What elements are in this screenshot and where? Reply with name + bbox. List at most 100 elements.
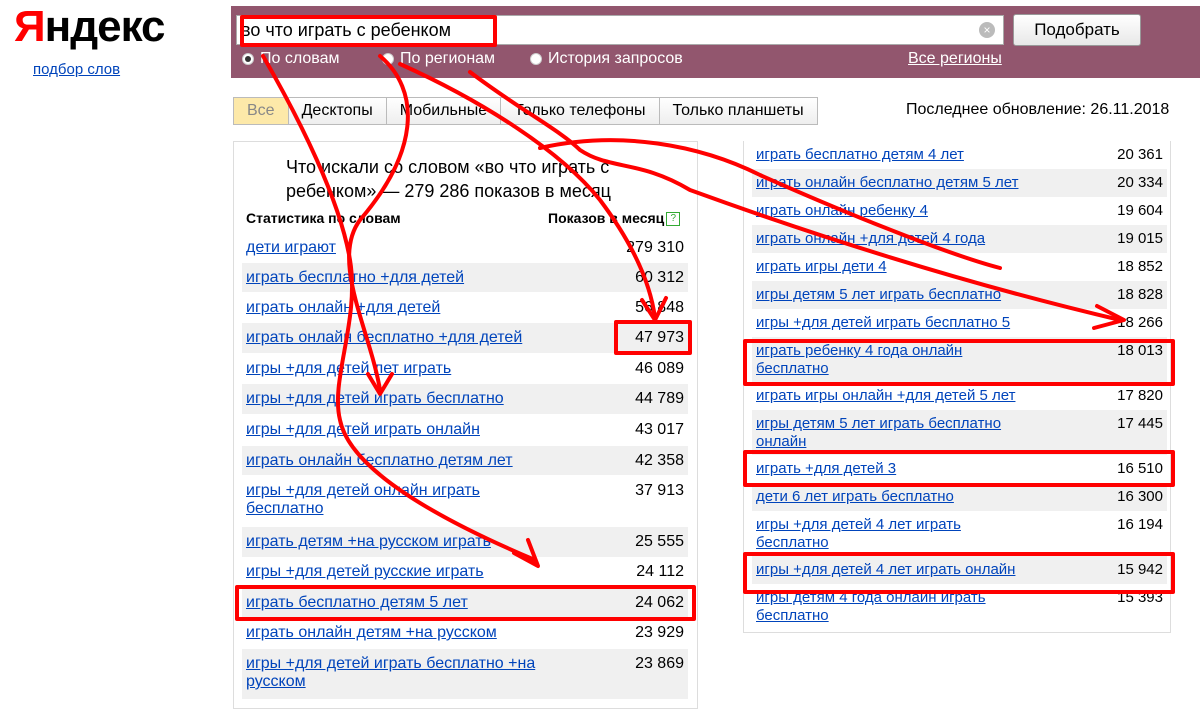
keyword-link[interactable]: играть онлайн +для детей 4 года: [756, 230, 1031, 248]
keyword-link[interactable]: играть бесплатно детям 4 лет: [756, 146, 1031, 164]
views-count: 18 852: [1117, 258, 1163, 275]
help-icon[interactable]: ?: [666, 212, 681, 227]
keyword-link[interactable]: играть детям +на русском играть: [246, 533, 536, 551]
radio-dot-icon: [382, 53, 394, 65]
radio-history[interactable]: История запросов: [530, 50, 683, 68]
keyword-link[interactable]: играть +для детей 3: [756, 460, 1031, 478]
clear-icon[interactable]: ×: [979, 22, 995, 38]
views-count: 19 015: [1117, 230, 1163, 247]
keyword-link[interactable]: играть онлайн бесплатно +для детей: [246, 329, 536, 347]
views-count: 16 194: [1117, 516, 1163, 533]
keyword-link[interactable]: играть ребенку 4 года онлайн бесплатно: [756, 342, 1031, 378]
views-count: 18 266: [1117, 314, 1163, 331]
keyword-link[interactable]: игры +для детей лет играть: [246, 360, 536, 378]
views-count: 17 820: [1117, 387, 1163, 404]
table-row: играть онлайн бесплатно детям лет 42 358: [242, 446, 688, 475]
table-row: играть онлайн ребенку 4 19 604: [752, 197, 1167, 225]
keyword-link[interactable]: играть онлайн бесплатно детям лет: [246, 452, 536, 470]
keyword-link[interactable]: играть бесплатно +для детей: [246, 269, 536, 287]
keyword-link[interactable]: играть онлайн +для детей: [246, 299, 536, 317]
keyword-link[interactable]: дети играют: [246, 239, 536, 257]
table-row: играть онлайн бесплатно детям 5 лет 20 33…: [752, 169, 1167, 197]
tab-all[interactable]: Все: [233, 97, 289, 125]
keyword-link[interactable]: игры +для детей играть онлайн: [246, 421, 536, 439]
table-row: игры +для детей 4 лет играть онлайн 15 94…: [752, 556, 1167, 584]
col-views-header: Показов в месяц?: [548, 210, 681, 227]
views-count: 16 510: [1117, 460, 1163, 477]
radio-by-regions[interactable]: По регионам: [382, 50, 495, 68]
radio-label: История запросов: [548, 50, 683, 67]
tab-tablets-only[interactable]: Только планшеты: [659, 97, 818, 125]
table-row: игры детям 4 года онлайн играть бесплатн…: [752, 584, 1167, 629]
logo-rest: ндекс: [44, 2, 166, 51]
last-update-text: Последнее обновление: 26.11.2018: [906, 101, 1170, 118]
keyword-link[interactable]: игры детям 5 лет играть бесплатно: [756, 286, 1031, 304]
yandex-logo[interactable]: Яндекс: [14, 2, 166, 52]
views-count: 37 913: [635, 482, 684, 499]
keyword-link[interactable]: играть онлайн бесплатно детям 5 лет: [756, 174, 1031, 192]
col-keyword-header: Статистика по словам: [246, 210, 401, 226]
views-count: 43 017: [635, 421, 684, 438]
views-count: 18 828: [1117, 286, 1163, 303]
views-count: 24 062: [635, 594, 684, 611]
views-count: 15 942: [1117, 561, 1163, 578]
views-count: 44 789: [635, 390, 684, 407]
views-count: 25 555: [635, 533, 684, 550]
table-row: игры +для детей играть бесплатно +на рус…: [242, 649, 688, 699]
keyword-link[interactable]: игры +для детей играть бесплатно 5: [756, 314, 1031, 332]
table-row: играть бесплатно детям 5 лет 24 062: [242, 588, 688, 618]
table-row: играть детям +на русском играть 25 555: [242, 527, 688, 557]
table-row: играть онлайн +для детей 56 848: [242, 293, 688, 322]
keyword-link[interactable]: игры +для детей играть бесплатно +на рус…: [246, 655, 536, 691]
table-row: играть онлайн +для детей 4 года 19 015: [752, 225, 1167, 253]
col-views-label: Показов в месяц: [548, 210, 665, 226]
keyword-link[interactable]: дети 6 лет играть бесплатно: [756, 488, 1031, 506]
table-row: играть бесплатно +для детей 60 312: [242, 263, 688, 292]
views-count: 20 361: [1117, 146, 1163, 163]
device-tabs: Все Десктопы Мобильные Только телефоны Т…: [233, 97, 818, 125]
keyword-link[interactable]: играть онлайн детям +на русском: [246, 624, 536, 642]
keyword-link[interactable]: игры +для детей онлайн играть бесплатно: [246, 482, 536, 518]
keyword-link[interactable]: играть игры онлайн +для детей 5 лет: [756, 387, 1031, 405]
table-row: игры детям 5 лет играть бесплатно онлайн…: [752, 410, 1167, 455]
table-row: играть онлайн детям +на русском 23 929: [242, 618, 688, 648]
radio-dot-icon: [242, 53, 254, 65]
keyword-link[interactable]: играть игры дети 4: [756, 258, 1031, 276]
views-count: 18 013: [1117, 342, 1163, 359]
tab-mobile[interactable]: Мобильные: [386, 97, 502, 125]
views-count: 23 869: [635, 655, 684, 672]
keyword-link[interactable]: игры детям 4 года онлайн играть бесплатн…: [756, 589, 1031, 625]
pick-button[interactable]: Подобрать: [1013, 14, 1141, 46]
keyword-link[interactable]: игры +для детей 4 лет играть онлайн: [756, 561, 1031, 579]
views-count: 17 445: [1117, 415, 1163, 432]
table-row: игры +для детей 4 лет играть бесплатно 16…: [752, 511, 1167, 556]
table-row: игры +для детей русские играть 24 112: [242, 557, 688, 587]
views-count: 15 393: [1117, 589, 1163, 606]
views-count: 56 848: [635, 299, 684, 316]
keyword-link[interactable]: игры детям 5 лет играть бесплатно онлайн: [756, 415, 1031, 451]
radio-dot-icon: [530, 53, 542, 65]
tab-desktops[interactable]: Десктопы: [288, 97, 387, 125]
table-row: дети 6 лет играть бесплатно 16 300: [752, 483, 1167, 511]
all-regions-link[interactable]: Все регионы: [908, 50, 1002, 68]
table-row: играть ребенку 4 года онлайн бесплатно 18…: [752, 337, 1167, 382]
table-row: игры +для детей онлайн играть бесплатно 3…: [242, 476, 688, 526]
keyword-link[interactable]: игры +для детей 4 лет играть бесплатно: [756, 516, 1031, 552]
keyword-link[interactable]: игры +для детей русские играть: [246, 563, 536, 581]
views-count: 47 973: [635, 329, 684, 346]
search-input[interactable]: [241, 18, 961, 42]
views-count: 24 112: [636, 563, 684, 580]
radio-by-words[interactable]: По словам: [242, 50, 339, 68]
wordstat-link[interactable]: подбор слов: [33, 61, 120, 78]
results-heading: Что искали со словом «во что играть с ре…: [286, 157, 611, 201]
keyword-link[interactable]: играть онлайн ребенку 4: [756, 202, 1031, 220]
views-count: 60 312: [635, 269, 684, 286]
table-row: дети играют 279 310: [242, 233, 688, 262]
keyword-link[interactable]: игры +для детей играть бесплатно: [246, 390, 536, 408]
radio-label: По словам: [260, 50, 340, 67]
radio-label: По регионам: [400, 50, 496, 67]
table-row: игры +для детей играть онлайн 43 017: [242, 415, 688, 445]
keyword-link[interactable]: играть бесплатно детям 5 лет: [246, 594, 536, 612]
table-row: игры +для детей лет играть 46 089: [242, 354, 688, 383]
tab-phones-only[interactable]: Только телефоны: [501, 97, 660, 125]
